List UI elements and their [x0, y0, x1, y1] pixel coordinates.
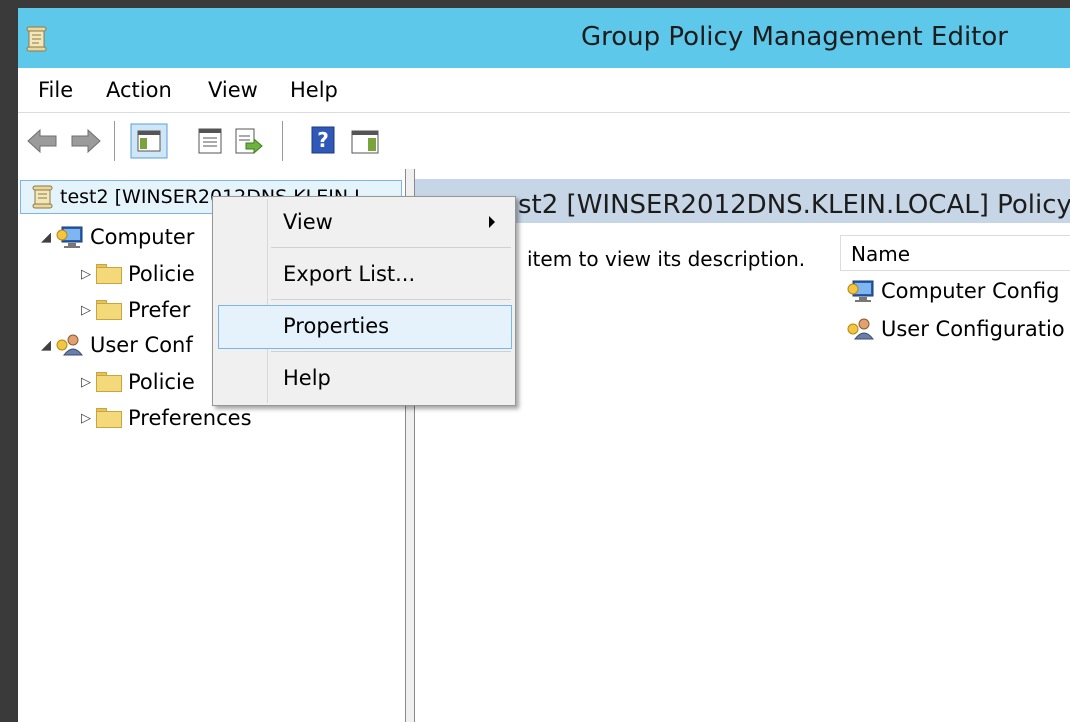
tree-item-computer-policies[interactable]: ▷ Policie — [76, 259, 195, 289]
export-list-icon[interactable] — [234, 127, 264, 155]
context-menu-help-label: Help — [283, 366, 331, 390]
context-menu-help[interactable]: Help — [215, 357, 513, 401]
back-arrow-icon[interactable] — [26, 127, 58, 155]
context-menu-properties-label: Properties — [283, 314, 390, 338]
context-menu: View Export List... Properties Help — [212, 196, 516, 406]
collapse-triangle-icon[interactable]: ◢ — [36, 338, 56, 353]
toolbar: ? — [18, 113, 1070, 169]
submenu-arrow-icon — [489, 216, 495, 228]
context-menu-export-list-label: Export List... — [283, 262, 416, 286]
context-menu-view[interactable]: View — [215, 201, 513, 245]
context-menu-properties[interactable]: Properties — [218, 305, 512, 349]
properties-icon[interactable] — [196, 127, 224, 155]
tree-item-user[interactable]: ◢ User Conf — [36, 330, 193, 360]
tree-label-computer-policies: Policie — [128, 262, 195, 286]
list-item-user-config[interactable]: User Configuratio — [847, 314, 1065, 344]
title-bar[interactable]: Group Policy Management Editor — [18, 8, 1070, 68]
list-item-label: Computer Config — [881, 279, 1060, 303]
help-icon[interactable]: ? — [310, 125, 336, 155]
policy-scroll-icon — [32, 185, 53, 209]
context-menu-separator — [271, 247, 511, 248]
tree-label-computer: Computer — [90, 225, 195, 249]
menu-view[interactable]: View — [208, 78, 258, 102]
tree-item-user-policies[interactable]: ▷ Policie — [76, 367, 195, 397]
tree-label-user: User Conf — [90, 333, 193, 357]
toolbar-separator — [282, 121, 283, 161]
tree-item-computer-preferences[interactable]: ▷ Prefer — [76, 295, 190, 325]
expand-triangle-icon[interactable]: ▷ — [76, 411, 96, 426]
details-description: item to view its description. — [527, 247, 806, 271]
menu-action[interactable]: Action — [106, 78, 172, 102]
user-configuration-icon — [847, 318, 875, 340]
list-item-label: User Configuratio — [881, 317, 1065, 341]
list-item-computer-config[interactable]: Computer Config — [847, 276, 1059, 306]
details-header-title: st2 [WINSER2012DNS.KLEIN.LOCAL] Policy — [518, 190, 1070, 220]
tree-item-computer[interactable]: ◢ Computer — [36, 222, 194, 252]
toolbar-separator — [114, 121, 115, 161]
tree-label-user-preferences: Preferences — [128, 406, 252, 430]
expand-triangle-icon[interactable]: ▷ — [76, 303, 96, 318]
menu-help[interactable]: Help — [290, 78, 338, 102]
context-menu-export-list[interactable]: Export List... — [215, 253, 513, 297]
user-configuration-icon — [56, 334, 84, 356]
column-header-name[interactable]: Name — [840, 235, 1070, 271]
context-menu-separator — [271, 299, 511, 300]
context-menu-separator — [271, 351, 511, 352]
forward-arrow-icon[interactable] — [70, 127, 102, 155]
folder-icon — [96, 264, 122, 284]
policy-scroll-icon — [26, 26, 47, 52]
svg-text:?: ? — [317, 128, 329, 152]
column-header-name-label: Name — [851, 242, 911, 266]
expand-triangle-icon[interactable]: ▷ — [76, 267, 96, 282]
menu-bar: File Action View Help — [18, 68, 1070, 113]
window-title: Group Policy Management Editor — [581, 22, 1008, 52]
collapse-triangle-icon[interactable]: ◢ — [36, 230, 56, 245]
folder-icon — [96, 300, 122, 320]
folder-icon — [96, 372, 122, 392]
tree-label-computer-preferences: Prefer — [128, 298, 191, 322]
folder-icon — [96, 408, 122, 428]
computer-configuration-icon — [56, 226, 83, 248]
context-menu-view-label: View — [283, 210, 333, 234]
tree-item-user-preferences[interactable]: ▷ Preferences — [76, 403, 252, 433]
show-hide-action-pane-icon[interactable] — [350, 129, 380, 155]
gpme-window: Group Policy Management Editor File Acti… — [18, 8, 1070, 722]
menu-file[interactable]: File — [38, 78, 73, 102]
tree-label-user-policies: Policie — [128, 370, 195, 394]
expand-triangle-icon[interactable]: ▷ — [76, 375, 96, 390]
computer-configuration-icon — [847, 280, 874, 302]
show-hide-console-tree-icon[interactable] — [130, 123, 168, 159]
